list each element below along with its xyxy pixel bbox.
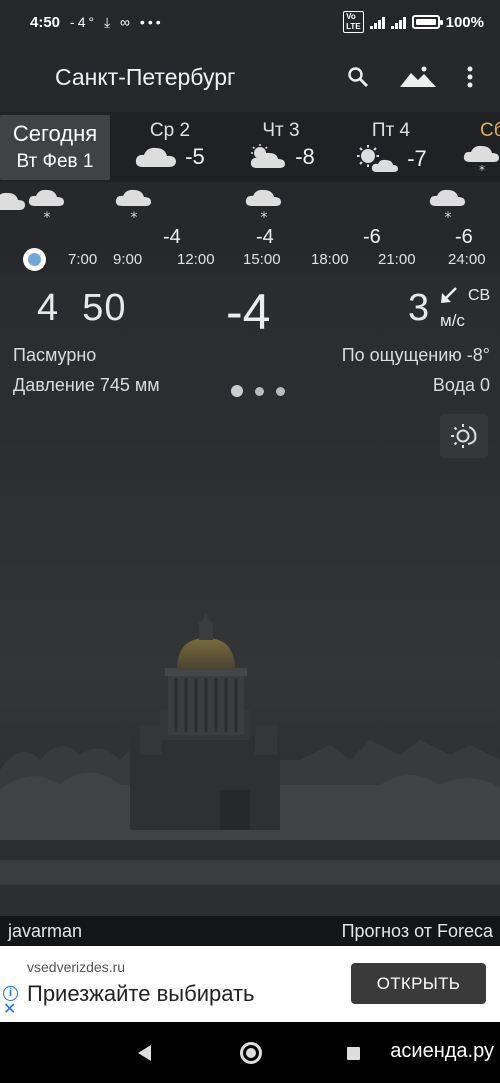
search-icon[interactable] <box>346 65 370 89</box>
day-name: Чт 3 <box>262 120 300 141</box>
hour-label: 15:00 <box>243 251 281 268</box>
hour-temp: -6 <box>455 226 473 248</box>
condition-text: Пасмурно <box>13 345 97 365</box>
hour-label: 24:00 <box>448 251 486 268</box>
cloud-icon <box>136 147 177 167</box>
day-temp: -5 <box>185 144 205 169</box>
current-time: 4 50 <box>37 287 127 330</box>
svg-text:*: * <box>131 210 138 226</box>
sun-moon-button[interactable] <box>440 414 488 458</box>
photo-credits-bar: javarman Прогноз от Foreca <box>0 916 500 946</box>
hour-temp: -6 <box>363 226 381 248</box>
status-time: 4:50 <box>30 13 61 31</box>
sun-cloud-icon <box>357 145 399 172</box>
current-hour: 4 <box>37 287 60 329</box>
snow-cloud-icon: * <box>28 189 64 226</box>
city-title[interactable]: Санкт-Петербург <box>55 64 235 91</box>
forecast-provider[interactable]: Прогноз от Foreca <box>342 921 493 942</box>
svg-text:*: * <box>261 210 268 226</box>
status-bar: 4:50 -4° ⤓ ∞ ••• Vo LTE 100% <box>0 0 500 44</box>
ad-domain: vsedverizdes.ru <box>27 959 126 975</box>
status-right: Vo LTE 100% <box>343 11 484 33</box>
snow-cloud-icon: * <box>245 189 281 226</box>
page-dot <box>276 386 285 396</box>
wind-speed: 3 <box>408 287 430 329</box>
hour-label: 9:00 <box>113 251 143 268</box>
notification-icons: -4° ⤓ ∞ ••• <box>70 13 164 30</box>
svg-text:*: * <box>44 210 51 226</box>
cloud-icon <box>0 192 25 210</box>
day-name: Пт 4 <box>371 120 411 141</box>
day-tab-today[interactable]: Сегодня Вт Фев 1 <box>0 115 110 180</box>
current-minute: 50 <box>82 287 127 329</box>
app-bar: Санкт-Петербург <box>0 44 500 110</box>
current-temp: -4 <box>226 284 271 340</box>
wind-arrow-icon <box>441 287 457 303</box>
sun-settings-icon <box>451 424 477 448</box>
app-bar-actions <box>346 65 474 89</box>
more-vert-icon[interactable] <box>466 65 474 89</box>
page-dot <box>255 386 264 396</box>
water-temp-text: Вода 0 <box>432 375 490 395</box>
partly-cloudy-icon <box>251 144 286 168</box>
battery-fill <box>415 19 436 25</box>
nav-recents-icon[interactable] <box>347 1047 360 1060</box>
volte-icon: Vo LTE <box>343 11 364 33</box>
page-dot-active <box>231 385 243 397</box>
battery-percent: 100% <box>445 13 484 31</box>
cathedral-background-image <box>0 612 500 920</box>
hourly-forecast-strip[interactable]: * * * * -4 -4 -6 -6 7:00 9:00 12:00 15:0… <box>0 182 500 274</box>
ad-close-icon[interactable]: ✕ <box>3 1002 16 1018</box>
system-nav-bar: асиенда.ру <box>0 1022 500 1083</box>
day-temp: -7 <box>407 146 427 171</box>
day-tab-thu[interactable]: Чт 3 -8 <box>240 112 322 182</box>
hour-temp: -4 <box>256 226 274 248</box>
hour-label: 21:00 <box>378 251 416 268</box>
day-tab-wed[interactable]: Ср 2 -5 <box>128 112 212 182</box>
ad-open-button[interactable]: ОТКРЫТЬ <box>351 963 486 1004</box>
wind-direction: СВ <box>468 287 491 304</box>
pressure-text: Давление 745 мм <box>13 375 160 395</box>
snow-cloud-icon: * <box>463 145 499 174</box>
current-time-marker <box>23 248 46 271</box>
day-tab-fri[interactable]: Пт 4 -7 <box>350 112 432 182</box>
daily-forecast-strip: Сегодня Вт Фев 1 Ср 2 -5 Чт 3 -8 Пт 4 -7… <box>0 112 500 182</box>
current-conditions-panel[interactable]: 4 50 -4 3 СВ м/с Пасмурно По ощущению -8… <box>0 277 500 403</box>
page-indicator <box>231 385 285 397</box>
hour-label: 12:00 <box>177 251 215 268</box>
ad-banner[interactable]: i ✕ vsedverizdes.ru Приезжайте выбирать … <box>0 946 500 1022</box>
photo-author[interactable]: javarman <box>8 921 82 942</box>
ad-info-icon[interactable]: i <box>3 986 18 1001</box>
day-name: Ср 2 <box>149 120 191 141</box>
nav-home-icon[interactable] <box>240 1042 262 1064</box>
wind-unit: м/с <box>440 311 465 330</box>
day-date: Вт Фев 1 <box>16 151 94 172</box>
hour-temp: -4 <box>163 226 181 248</box>
signal-icon-1 <box>369 16 385 29</box>
day-tab-sat[interactable]: Сб * <box>462 112 500 182</box>
day-temp: -8 <box>295 144 315 169</box>
hour-label: 7:00 <box>68 251 98 268</box>
svg-text:*: * <box>479 163 485 174</box>
landscape-icon[interactable] <box>400 65 436 89</box>
battery-icon <box>411 15 443 29</box>
feels-like-text: По ощущению -8° <box>341 345 490 365</box>
nav-back-icon[interactable] <box>136 1044 152 1062</box>
day-name: Сб <box>480 120 500 141</box>
snow-cloud-icon: * <box>429 189 465 226</box>
hour-label: 18:00 <box>311 251 349 268</box>
day-name: Сегодня <box>12 121 98 146</box>
snow-cloud-icon: * <box>115 189 151 226</box>
signal-icon-2 <box>390 16 406 29</box>
watermark-text: асиенда.ру <box>390 1040 494 1062</box>
ad-headline: Приезжайте выбирать <box>27 981 255 1006</box>
svg-text:*: * <box>445 210 452 226</box>
